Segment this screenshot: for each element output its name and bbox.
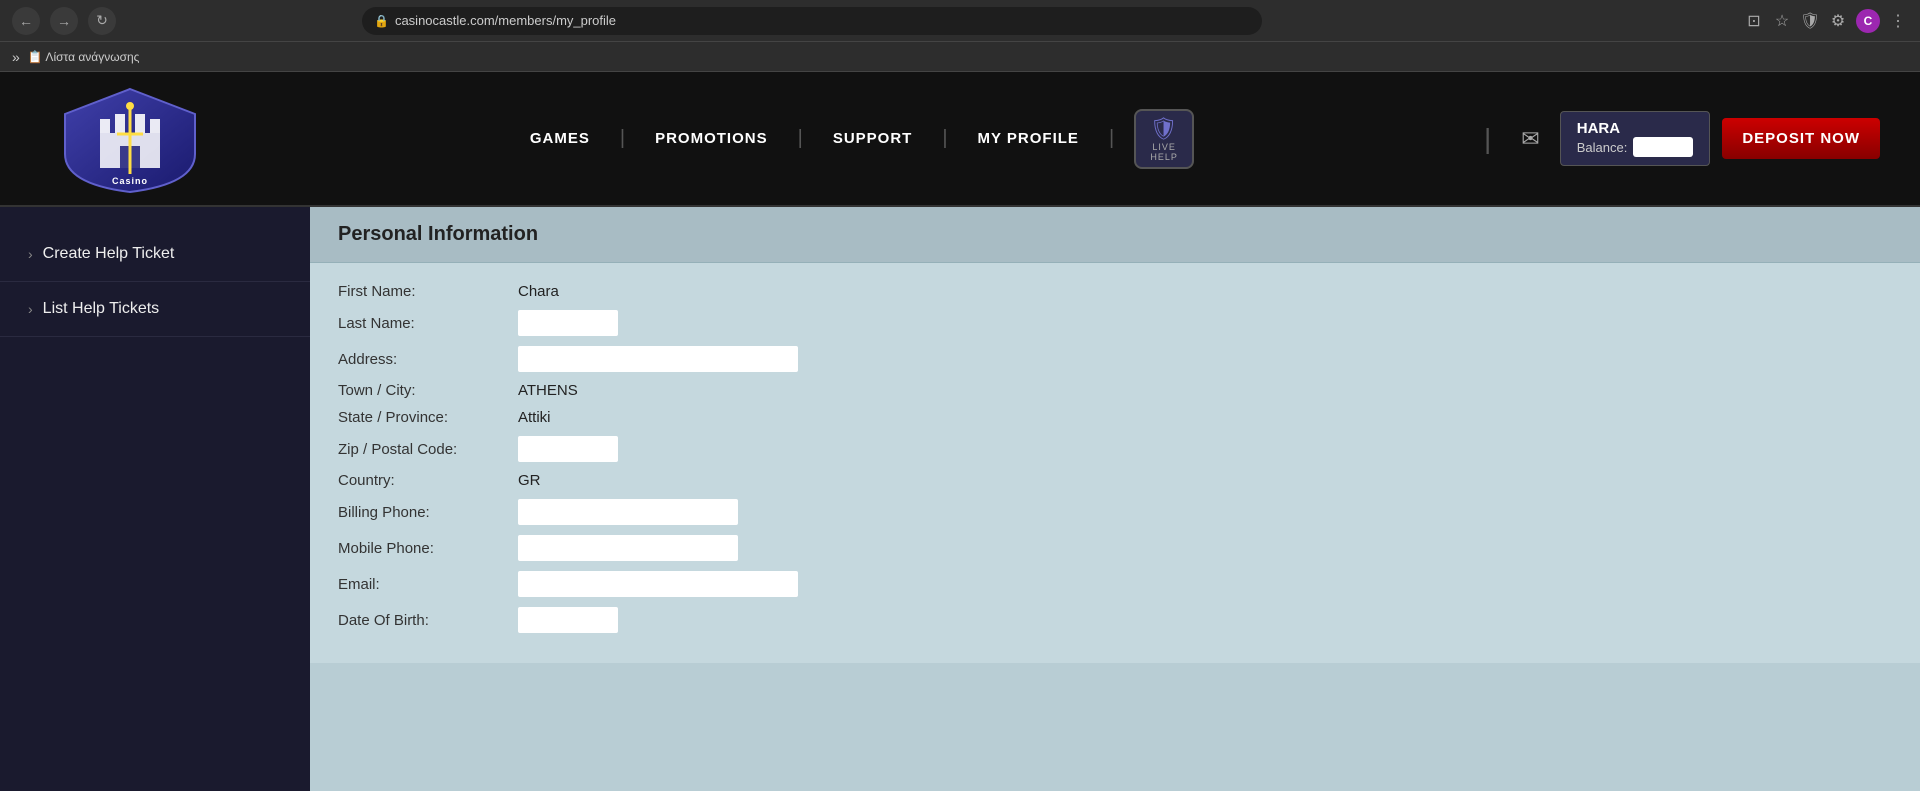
email-input[interactable]: [518, 571, 798, 597]
billing-phone-input[interactable]: [518, 499, 738, 525]
field-last-name: Last Name:: [338, 310, 1892, 336]
refresh-button[interactable]: ↻: [88, 7, 116, 35]
country-value: GR: [518, 472, 541, 489]
field-mobile-phone: Mobile Phone:: [338, 535, 1892, 561]
town-city-value: ATHENS: [518, 382, 578, 399]
live-help-button[interactable]: 🛡 LIVE HELP: [1134, 109, 1194, 169]
nav-support[interactable]: SUPPORT: [803, 130, 943, 147]
browser-bar: ← → ↻ 🔒 casinocastle.com/members/my_prof…: [0, 0, 1920, 42]
address-label: Address:: [338, 351, 518, 368]
field-zip: Zip / Postal Code:: [338, 436, 1892, 462]
live-help-bottom: HELP: [1150, 152, 1178, 162]
nav-games[interactable]: GAMES: [500, 130, 620, 147]
browser-actions: ⊡ ☆ 🛡 ⚙ C ⋮: [1744, 9, 1908, 33]
field-state-province: State / Province: Attiki: [338, 409, 1892, 426]
shield-icon[interactable]: 🛡: [1800, 11, 1820, 31]
sidebar: › Create Help Ticket › List Help Tickets: [0, 207, 310, 791]
url-bar[interactable]: 🔒 casinocastle.com/members/my_profile: [362, 7, 1262, 35]
nav-sep-4: |: [1109, 127, 1114, 150]
first-name-value: Chara: [518, 283, 559, 300]
field-billing-phone: Billing Phone:: [338, 499, 1892, 525]
main-content: › Create Help Ticket › List Help Tickets…: [0, 207, 1920, 791]
url-text: casinocastle.com/members/my_profile: [395, 13, 616, 28]
field-first-name: First Name: Chara: [338, 283, 1892, 300]
dob-label: Date Of Birth:: [338, 612, 518, 629]
dob-input[interactable]: [518, 607, 618, 633]
personal-info-title: Personal Information: [338, 223, 538, 245]
svg-text:Casino: Casino: [112, 176, 148, 186]
billing-phone-label: Billing Phone:: [338, 504, 518, 521]
deposit-button[interactable]: DEPOSIT NOW: [1722, 118, 1880, 159]
site-header: Casino GAMES | PROMOTIONS | SUPPORT | MY…: [0, 72, 1920, 207]
sidebar-label-create-help-ticket: Create Help Ticket: [43, 245, 175, 263]
lock-icon: 🔒: [374, 14, 389, 28]
mobile-phone-input[interactable]: [518, 535, 738, 561]
live-help-shield-icon: 🛡: [1150, 116, 1179, 142]
extensions-icon[interactable]: ⚙: [1828, 11, 1848, 31]
user-info-panel: HARA Balance:: [1560, 111, 1711, 166]
last-name-label: Last Name:: [338, 315, 518, 332]
address-input[interactable]: [518, 346, 798, 372]
content-area: Personal Information First Name: Chara L…: [310, 207, 1920, 791]
header-sep-1: |: [1484, 123, 1491, 155]
sidebar-arrow-2: ›: [28, 301, 33, 317]
avatar[interactable]: C: [1856, 9, 1880, 33]
bookmark-item[interactable]: 📋 Λίστα ανάγνωσης: [28, 50, 140, 64]
main-nav: GAMES | PROMOTIONS | SUPPORT | MY PROFIL…: [220, 109, 1474, 169]
sidebar-label-list-help-tickets: List Help Tickets: [43, 300, 159, 318]
last-name-input[interactable]: [518, 310, 618, 336]
field-address: Address:: [338, 346, 1892, 372]
bookmark-chevron[interactable]: »: [12, 49, 20, 65]
sidebar-arrow-1: ›: [28, 246, 33, 262]
email-label: Email:: [338, 576, 518, 593]
message-icon[interactable]: ✉: [1521, 126, 1539, 152]
first-name-label: First Name:: [338, 283, 518, 300]
personal-info-header: Personal Information: [310, 207, 1920, 263]
state-province-value: Attiki: [518, 409, 551, 426]
menu-icon[interactable]: ⋮: [1888, 11, 1908, 31]
balance-row: Balance:: [1577, 137, 1694, 157]
nav-promotions[interactable]: PROMOTIONS: [625, 130, 798, 147]
bookmark-bar: » 📋 Λίστα ανάγνωσης: [0, 42, 1920, 72]
field-dob: Date Of Birth:: [338, 607, 1892, 633]
cast-icon[interactable]: ⊡: [1744, 11, 1764, 31]
bookmark-star-icon[interactable]: ☆: [1772, 11, 1792, 31]
field-town-city: Town / City: ATHENS: [338, 382, 1892, 399]
town-city-label: Town / City:: [338, 382, 518, 399]
balance-input[interactable]: [1633, 137, 1693, 157]
forward-button[interactable]: →: [50, 7, 78, 35]
nav-my-profile[interactable]: MY PROFILE: [948, 130, 1109, 147]
zip-input[interactable]: [518, 436, 618, 462]
country-label: Country:: [338, 472, 518, 489]
personal-info-body: First Name: Chara Last Name: Address: To…: [310, 263, 1920, 663]
back-button[interactable]: ←: [12, 7, 40, 35]
mobile-phone-label: Mobile Phone:: [338, 540, 518, 557]
zip-label: Zip / Postal Code:: [338, 441, 518, 458]
username-label: HARA: [1577, 120, 1694, 137]
state-province-label: State / Province:: [338, 409, 518, 426]
casino-castle-logo: Casino: [55, 84, 205, 194]
sidebar-item-list-help-tickets[interactable]: › List Help Tickets: [0, 282, 310, 337]
logo-container[interactable]: Casino: [40, 79, 220, 199]
sidebar-item-create-help-ticket[interactable]: › Create Help Ticket: [0, 227, 310, 282]
live-help-top: LIVE: [1152, 142, 1176, 152]
field-country: Country: GR: [338, 472, 1892, 489]
bookmark-icon: 📋: [28, 50, 43, 64]
field-email: Email:: [338, 571, 1892, 597]
balance-label: Balance:: [1577, 140, 1628, 155]
